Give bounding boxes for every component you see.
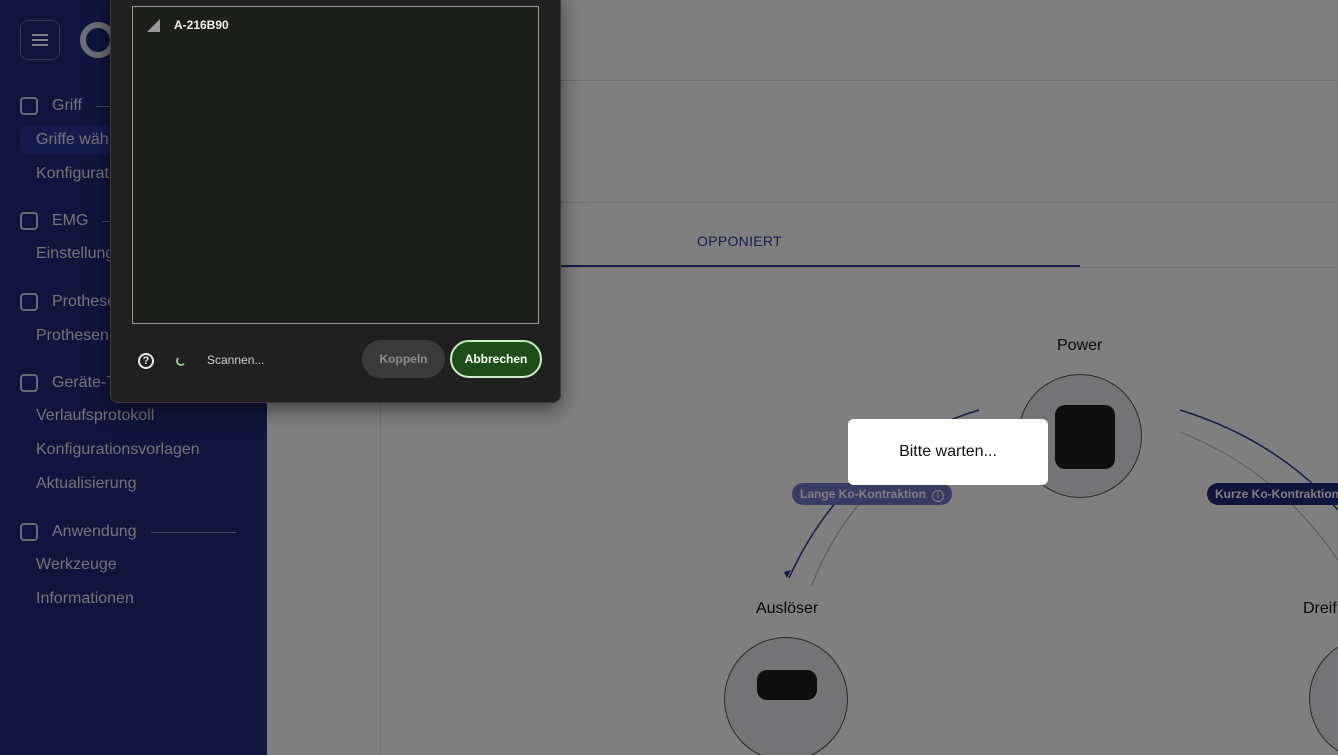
loading-spinner-icon — [176, 356, 186, 366]
scan-status: Scannen... — [207, 353, 265, 367]
device-list: A-216B90 — [132, 6, 539, 324]
device-item[interactable]: A-216B90 — [147, 18, 229, 32]
device-name: A-216B90 — [174, 18, 229, 32]
pairing-dialog: A-216B90 ? Scannen... Koppeln Abbrechen — [110, 0, 561, 403]
wait-dialog: Bitte warten... — [848, 419, 1048, 485]
cancel-button[interactable]: Abbrechen — [450, 340, 542, 378]
help-icon[interactable]: ? — [138, 353, 154, 369]
pair-button[interactable]: Koppeln — [362, 340, 445, 378]
signal-icon — [147, 18, 160, 32]
